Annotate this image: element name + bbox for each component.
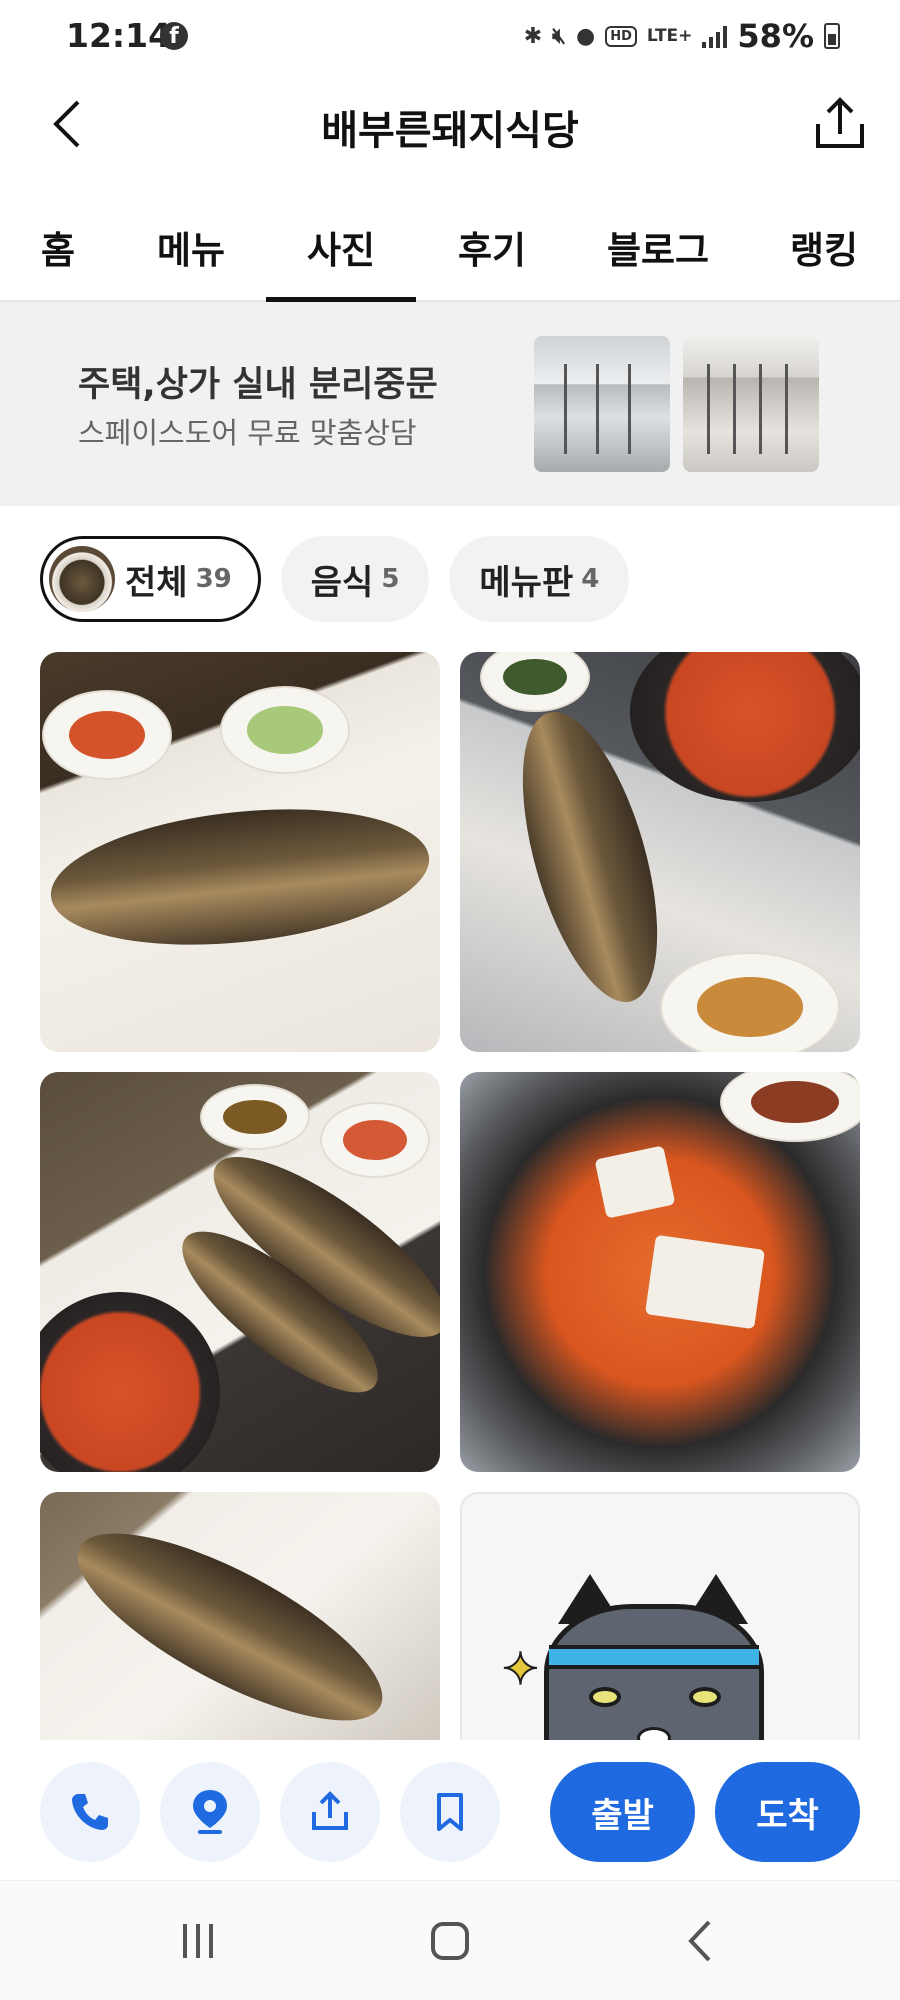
share-icon	[312, 1791, 348, 1830]
side-dish	[220, 686, 350, 774]
side-dish	[200, 1084, 310, 1150]
side-dish	[660, 952, 840, 1052]
depart-button[interactable]: 출발	[550, 1762, 695, 1862]
home-icon	[431, 1922, 469, 1960]
bottom-action-bar: 출발 도착	[0, 1740, 900, 1880]
photo-grilled-mackerel-2[interactable]	[460, 652, 860, 1052]
tab-reviews[interactable]: 후기	[456, 220, 528, 302]
tab-menu[interactable]: 메뉴	[155, 220, 227, 302]
status-bar: 12:14 f ✱ 🔇︎ ● HD LTE+ 58%	[0, 0, 900, 72]
back-nav-button[interactable]	[672, 1911, 732, 1971]
side-dish	[720, 1072, 860, 1142]
tab-blog[interactable]: 블로그	[604, 220, 712, 302]
signal-icon	[702, 24, 728, 48]
battery-percent: 58%	[737, 17, 814, 55]
network-type-label: LTE+	[646, 26, 693, 46]
grilled-fish	[44, 792, 436, 962]
status-time: 12:14	[66, 16, 172, 55]
ad-banner[interactable]: 주택,상가 실내 분리중문 스페이스도어 무료 맞춤상담	[0, 302, 900, 506]
filter-chip-all[interactable]: 전체 39	[40, 536, 261, 622]
tab-ranking[interactable]: 랭킹	[788, 220, 860, 302]
photo-kimchi-stew[interactable]	[460, 1072, 860, 1472]
cat-character-head	[544, 1604, 764, 1740]
filter-chip-menu-board[interactable]: 메뉴판 4	[449, 536, 630, 622]
app-header: 배부른돼지식당	[0, 72, 900, 178]
share-place-button[interactable]	[280, 1762, 380, 1862]
arrive-button[interactable]: 도착	[715, 1762, 860, 1862]
share-icon	[816, 97, 864, 148]
bluetooth-icon: ✱	[523, 23, 543, 49]
tab-home[interactable]: 홈	[38, 220, 78, 302]
chip-thumbnail	[49, 546, 115, 612]
stew-pot	[630, 652, 860, 802]
mute-icon: 🔇︎	[552, 23, 567, 49]
recent-apps-icon	[183, 1924, 213, 1958]
chip-count: 39	[195, 564, 232, 594]
chip-label: 전체	[125, 562, 188, 603]
side-dish	[480, 652, 590, 712]
grilled-fish	[54, 1498, 406, 1740]
chip-label: 음식	[310, 562, 374, 603]
call-button[interactable]	[40, 1762, 140, 1862]
photo-grilled-mackerel-3[interactable]	[40, 1492, 440, 1740]
home-button[interactable]	[420, 1911, 480, 1971]
chip-label: 메뉴판	[479, 562, 574, 603]
facebook-notification-icon: f	[160, 22, 188, 50]
cat-eye	[589, 1687, 621, 1707]
location-icon: ●	[576, 23, 596, 49]
chevron-left-icon	[688, 1920, 711, 1962]
map-pin-icon	[193, 1790, 227, 1834]
share-button[interactable]	[810, 94, 870, 154]
cat-headband	[549, 1645, 759, 1669]
stir-fry-pan	[40, 1292, 220, 1472]
phone-icon	[72, 1794, 108, 1830]
chip-count: 5	[381, 564, 400, 594]
side-dish	[320, 1102, 430, 1178]
photo-table-spread[interactable]	[40, 1072, 440, 1472]
filter-chip-food[interactable]: 음식 5	[280, 536, 430, 622]
cat-eye	[689, 1687, 721, 1707]
side-dish	[42, 690, 172, 780]
tofu-piece	[644, 1234, 766, 1330]
photo-grilled-mackerel-1[interactable]	[40, 652, 440, 1052]
photo-filter-chips: 전체 39 음식 5 메뉴판 4	[40, 536, 630, 622]
status-icons: ✱ 🔇︎ ● HD LTE+ 58%	[523, 17, 840, 55]
tofu-piece	[594, 1145, 676, 1219]
system-nav-bar	[0, 1880, 900, 2000]
sparkle-icon: ✦	[501, 1643, 540, 1696]
cat-mouth	[637, 1727, 671, 1740]
battery-icon	[824, 23, 840, 49]
photo-cat-character[interactable]: ✦	[460, 1492, 860, 1740]
tab-photos[interactable]: 사진	[266, 220, 416, 302]
bookmark-icon	[437, 1793, 463, 1831]
recent-apps-button[interactable]	[168, 1911, 228, 1971]
location-button[interactable]	[160, 1762, 260, 1862]
ad-subtitle: 스페이스도어 무료 맞춤상담	[78, 416, 417, 450]
page-title: 배부른돼지식당	[321, 108, 579, 154]
chip-count: 4	[581, 564, 600, 594]
bookmark-button[interactable]	[400, 1762, 500, 1862]
ad-title: 주택,상가 실내 분리중문	[78, 365, 438, 405]
ad-image-interior-1	[534, 336, 670, 472]
tab-bar: 홈 메뉴 사진 후기 블로그 랭킹	[0, 200, 900, 302]
hd-icon: HD	[605, 25, 637, 47]
ad-image-interior-2	[683, 336, 819, 472]
